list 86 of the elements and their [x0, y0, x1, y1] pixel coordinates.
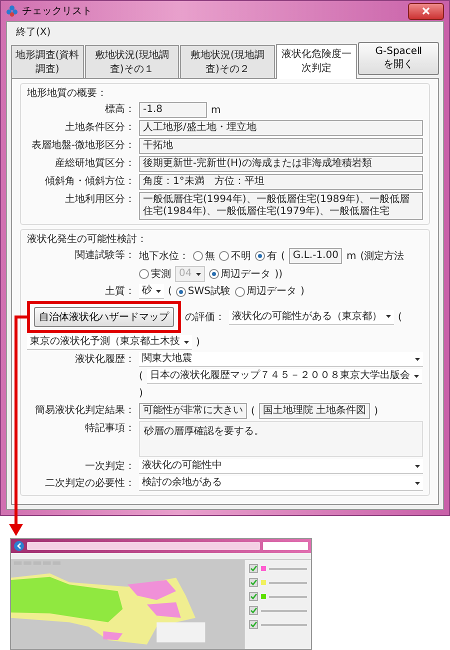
unit-label: m — [211, 104, 221, 118]
field-label: 簡易液状化判定結果： — [34, 404, 135, 418]
label-text: 地下水位： — [139, 250, 189, 264]
checkbox[interactable] — [249, 578, 258, 587]
caret-icon — [156, 290, 161, 292]
open-button[interactable]: G-SpaceⅡ を開く — [358, 42, 439, 75]
field-label: 標高： — [104, 102, 135, 117]
legend-text-line — [269, 568, 307, 570]
field-label: 土地利用区分： — [64, 192, 135, 207]
section-title: 地形地質の概要： — [27, 86, 108, 100]
radio-button[interactable]: 周辺データ — [234, 284, 296, 299]
legend-text-line — [261, 624, 307, 626]
dropdown[interactable]: 砂 — [139, 284, 164, 299]
back-icon[interactable] — [14, 541, 24, 551]
text-field[interactable]: 後期更新世-完新世(H)の海成または非海成堆積岩類 — [139, 156, 423, 172]
field-label: 表層地盤-微地形区分： — [30, 138, 135, 153]
dropdown: 04 — [175, 266, 205, 282]
label-text: ( — [398, 310, 402, 324]
field-label: 土質： — [104, 284, 135, 299]
label-text: ( — [281, 250, 285, 264]
text-field[interactable]: 可能性が非常に大きい — [139, 403, 247, 419]
dropdown[interactable]: 東京の液状化予測（東京都土木技 — [27, 335, 192, 350]
label-text: ) — [374, 404, 378, 418]
text-field[interactable]: 角度：1°未満 方位：平坦 — [139, 174, 423, 190]
dropdown[interactable]: 液状化の可能性中 — [139, 459, 423, 474]
caret-icon — [415, 482, 420, 484]
tab[interactable]: 敷地状況(現地調査)その２ — [180, 45, 275, 78]
tab[interactable]: 地形調査(資料調査) — [11, 45, 84, 78]
field-label: 傾斜角・傾斜方位： — [44, 174, 135, 189]
close-button[interactable] — [408, 2, 444, 20]
text-field[interactable]: 人工地形/盛土地・埋立地 — [139, 120, 423, 136]
legend-text-line — [269, 582, 307, 584]
dropdown[interactable]: 日本の液状化履歴マップ７４５－２００８東京大学出版会 — [146, 369, 422, 384]
label-text: m — [346, 250, 356, 264]
label-text: ) — [139, 387, 143, 401]
label-text: ) — [300, 285, 304, 299]
legend-text-line — [261, 610, 307, 612]
checkbox[interactable] — [249, 592, 258, 601]
field-label: 一次判定： — [84, 460, 135, 474]
field-label: 二次判定の必要性： — [44, 476, 135, 491]
caret-icon — [414, 374, 419, 378]
label-text: ( — [168, 285, 172, 299]
label-text: ( — [139, 370, 143, 384]
radio-button[interactable]: 有 — [255, 248, 277, 264]
notes-field[interactable]: 砂層の層厚確認を要する。 — [139, 421, 423, 457]
label-text: ( — [251, 404, 255, 418]
text-field[interactable]: 干拓地 — [139, 138, 423, 154]
window-title: チェックリスト — [22, 5, 92, 18]
radio-button[interactable]: 無 — [193, 248, 215, 264]
radio-button[interactable]: 周辺データ — [208, 266, 271, 282]
field-label: 関連試験等： — [74, 248, 135, 263]
checkbox[interactable] — [249, 620, 258, 629]
radio-button[interactable]: SWS試験 — [176, 284, 230, 299]
caret-icon — [386, 315, 391, 318]
text-field[interactable]: 一般低層住宅(1994年)、一般低層住宅(1989年)、一般低層住宅(1984年)、一般低層住宅(1979年)、一般低層住宅 — [139, 192, 423, 220]
close-icon — [422, 7, 430, 15]
caret-icon — [415, 464, 420, 468]
field-label: 土地条件区分： — [64, 120, 135, 135]
field-label: 産総研地質区分： — [54, 156, 135, 171]
tab[interactable]: 敷地状況(現地調査)その１ — [84, 45, 180, 78]
dropdown[interactable]: 検討の余地がある — [139, 476, 423, 491]
dropdown[interactable]: 関東大地震 — [139, 352, 423, 367]
tab[interactable]: 液状化危険度一次判定 — [276, 44, 358, 79]
field-label: 特記事項： — [84, 422, 135, 436]
label-text: )) — [274, 268, 283, 282]
hazard-map-button[interactable]: 自治体液状化ハザードマップ — [34, 307, 174, 327]
field-label: 液状化履歴： — [74, 352, 135, 367]
section-title: 液状化発生の可能性検討： — [27, 232, 148, 246]
elevation-field[interactable]: -1.8 — [139, 102, 207, 118]
dropdown[interactable]: 液状化の可能性がある（東京都） — [229, 310, 394, 324]
label-text: ) — [196, 336, 200, 350]
radio-button[interactable]: 不明 — [219, 248, 251, 264]
label-text: (測定方法 — [360, 250, 404, 264]
text-field[interactable]: 国土地理院 土地条件図 — [258, 403, 370, 419]
app-icon — [6, 5, 18, 17]
menu-item[interactable]: 終了(X) — [13, 24, 54, 40]
caret-icon — [184, 340, 189, 344]
map-drawing[interactable] — [11, 560, 244, 649]
legend-text-line — [269, 596, 307, 598]
checkbox[interactable] — [249, 606, 258, 615]
caret-icon — [415, 358, 420, 360]
checkbox[interactable] — [249, 564, 258, 573]
text-field[interactable]: G.L.-1.00 — [288, 248, 342, 264]
caret-icon — [196, 272, 201, 276]
radio-button[interactable]: 実測 — [139, 266, 171, 282]
label-text: の評価： — [185, 310, 225, 324]
